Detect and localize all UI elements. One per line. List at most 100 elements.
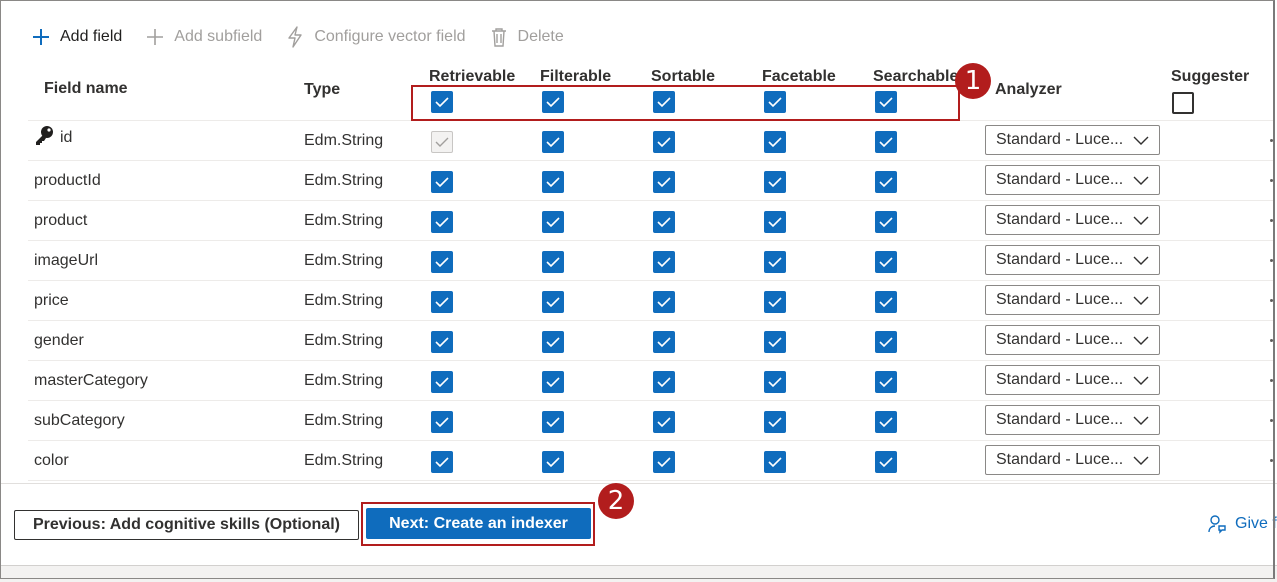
searchable-checkbox[interactable] — [875, 371, 897, 393]
field-name-cell: price — [34, 289, 69, 310]
annotation-badge-2: 2 — [598, 483, 634, 519]
checkmark-icon — [879, 257, 893, 268]
field-name-cell: id — [34, 126, 73, 147]
table-row[interactable]: id Edm.String Standard - Luce... — [28, 121, 1273, 161]
checkmark-icon — [435, 457, 449, 468]
annotation-box-1 — [411, 85, 960, 121]
table-row[interactable]: color Edm.String Standard - Luce... — [28, 441, 1273, 481]
analyzer-dropdown[interactable]: Standard - Luce... — [985, 285, 1160, 315]
add-subfield-button[interactable]: Add subfield — [144, 26, 262, 48]
retrievable-checkbox[interactable] — [431, 171, 453, 193]
configure-vector-field-button[interactable]: Configure vector field — [284, 26, 466, 48]
facetable-checkbox[interactable] — [764, 211, 786, 233]
table-row[interactable]: productId Edm.String Standard - Luce... — [28, 161, 1273, 201]
table-row[interactable]: subCategory Edm.String Standard - Luce... — [28, 401, 1273, 441]
column-header-sortable: Sortable — [651, 68, 716, 85]
table-row[interactable]: imageUrl Edm.String Standard - Luce... — [28, 241, 1273, 281]
filterable-checkbox[interactable] — [542, 371, 564, 393]
facetable-checkbox[interactable] — [764, 331, 786, 353]
select-all-suggester-checkbox[interactable] — [1172, 92, 1194, 114]
sortable-checkbox[interactable] — [653, 171, 675, 193]
filterable-checkbox[interactable] — [542, 331, 564, 353]
filterable-checkbox[interactable] — [542, 291, 564, 313]
searchable-checkbox[interactable] — [875, 131, 897, 153]
sortable-checkbox[interactable] — [653, 331, 675, 353]
sortable-checkbox[interactable] — [653, 131, 675, 153]
analyzer-dropdown[interactable]: Standard - Luce... — [985, 205, 1160, 235]
more-indicator — [1270, 459, 1273, 462]
sortable-checkbox[interactable] — [653, 291, 675, 313]
checkmark-icon — [768, 217, 782, 228]
more-indicator — [1270, 219, 1273, 222]
facetable-checkbox[interactable] — [764, 451, 786, 473]
searchable-checkbox[interactable] — [875, 211, 897, 233]
analyzer-dropdown[interactable]: Standard - Luce... — [985, 245, 1160, 275]
retrievable-checkbox[interactable] — [431, 211, 453, 233]
analyzer-dropdown[interactable]: Standard - Luce... — [985, 165, 1160, 195]
sortable-checkbox[interactable] — [653, 451, 675, 473]
retrievable-checkbox[interactable] — [431, 451, 453, 473]
searchable-checkbox[interactable] — [875, 251, 897, 273]
analyzer-dropdown[interactable]: Standard - Luce... — [985, 125, 1160, 155]
column-header-retrievable: Retrievable — [429, 68, 516, 85]
searchable-checkbox[interactable] — [875, 331, 897, 353]
checkmark-icon — [435, 417, 449, 428]
filterable-checkbox[interactable] — [542, 451, 564, 473]
facetable-checkbox[interactable] — [764, 131, 786, 153]
filterable-checkbox[interactable] — [542, 171, 564, 193]
field-type: Edm.String — [304, 452, 384, 469]
retrievable-checkbox[interactable] — [431, 131, 453, 153]
facetable-checkbox[interactable] — [764, 371, 786, 393]
table-row[interactable]: gender Edm.String Standard - Luce... — [28, 321, 1273, 361]
key-icon — [34, 125, 54, 147]
filterable-checkbox[interactable] — [542, 211, 564, 233]
sortable-checkbox[interactable] — [653, 371, 675, 393]
delete-button[interactable]: Delete — [488, 26, 564, 48]
field-name: id — [60, 129, 73, 146]
sortable-checkbox[interactable] — [653, 211, 675, 233]
retrievable-checkbox[interactable] — [431, 251, 453, 273]
searchable-checkbox[interactable] — [875, 291, 897, 313]
facetable-checkbox[interactable] — [764, 251, 786, 273]
facetable-checkbox[interactable] — [764, 411, 786, 433]
retrievable-checkbox[interactable] — [431, 371, 453, 393]
checkmark-icon — [768, 457, 782, 468]
sortable-checkbox[interactable] — [653, 251, 675, 273]
analyzer-dropdown[interactable]: Standard - Luce... — [985, 325, 1160, 355]
filterable-checkbox[interactable] — [542, 411, 564, 433]
analyzer-dropdown[interactable]: Standard - Luce... — [985, 365, 1160, 395]
table-row[interactable]: price Edm.String Standard - Luce... — [28, 281, 1273, 321]
checkmark-icon — [879, 217, 893, 228]
add-field-button[interactable]: Add field — [30, 26, 122, 48]
searchable-checkbox[interactable] — [875, 411, 897, 433]
checkmark-icon — [657, 257, 671, 268]
analyzer-value: Standard - Luce... — [996, 411, 1124, 428]
searchable-checkbox[interactable] — [875, 451, 897, 473]
analyzer-dropdown[interactable]: Standard - Luce... — [985, 405, 1160, 435]
field-name: imageUrl — [34, 252, 99, 269]
footer-divider — [0, 483, 1277, 484]
filterable-checkbox[interactable] — [542, 131, 564, 153]
table-row[interactable]: masterCategory Edm.String Standard - Luce.… — [28, 361, 1273, 401]
give-feedback-link[interactable]: Give f — [1207, 514, 1277, 534]
previous-button[interactable]: Previous: Add cognitive skills (Optional… — [14, 510, 359, 540]
checkmark-icon — [657, 177, 671, 188]
horizontal-scrollbar[interactable] — [0, 565, 1277, 582]
sortable-checkbox[interactable] — [653, 411, 675, 433]
facetable-checkbox[interactable] — [764, 171, 786, 193]
more-indicator — [1270, 259, 1273, 262]
filterable-checkbox[interactable] — [542, 251, 564, 273]
table-row[interactable]: product Edm.String Standard - Luce... — [28, 201, 1273, 241]
column-header-searchable: Searchable — [873, 68, 959, 85]
facetable-checkbox[interactable] — [764, 291, 786, 313]
checkmark-icon — [657, 297, 671, 308]
checkmark-icon — [546, 457, 560, 468]
retrievable-checkbox[interactable] — [431, 411, 453, 433]
retrievable-checkbox[interactable] — [431, 291, 453, 313]
lightning-icon — [284, 26, 306, 48]
chevron-down-icon — [1133, 213, 1149, 232]
analyzer-dropdown[interactable]: Standard - Luce... — [985, 445, 1160, 475]
next-create-indexer-button[interactable]: Next: Create an indexer — [366, 508, 591, 539]
retrievable-checkbox[interactable] — [431, 331, 453, 353]
searchable-checkbox[interactable] — [875, 171, 897, 193]
